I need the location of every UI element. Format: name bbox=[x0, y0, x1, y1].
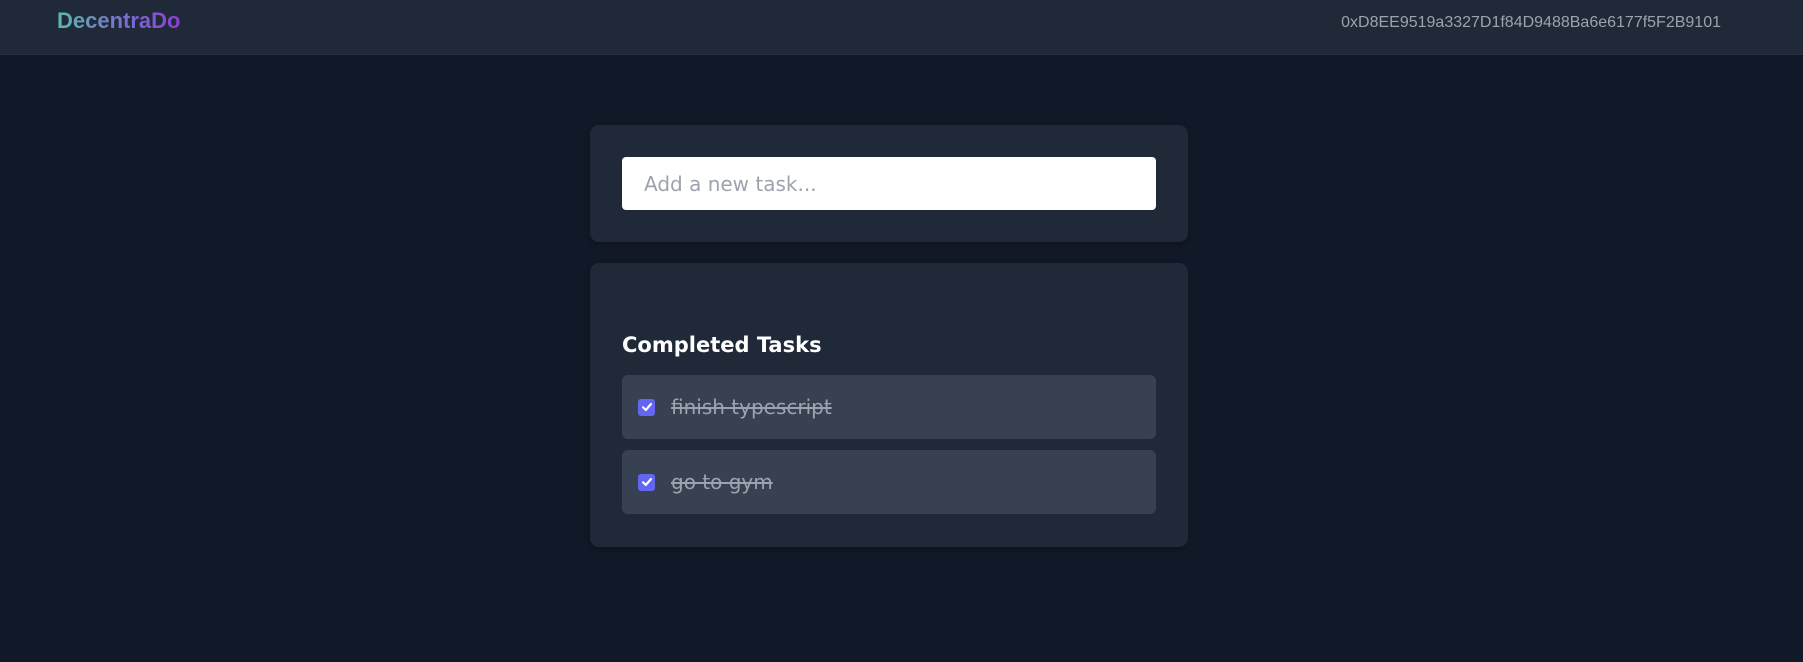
task-item: finish typescript bbox=[622, 375, 1156, 439]
wallet-address: 0xD8EE9519a3327D1f84D9488Ba6e6177f5F2B91… bbox=[1341, 14, 1721, 31]
task-text: go to gym bbox=[671, 470, 773, 494]
task-checkbox[interactable] bbox=[638, 398, 655, 416]
completed-task-list: finish typescript go to gym bbox=[622, 375, 1156, 525]
completed-tasks-title: Completed Tasks bbox=[622, 333, 822, 357]
checkmark-icon bbox=[641, 477, 652, 487]
new-task-card bbox=[590, 125, 1188, 242]
completed-tasks-card: Completed Tasks finish typescript go to … bbox=[590, 263, 1188, 547]
new-task-input[interactable] bbox=[622, 157, 1156, 210]
task-text: finish typescript bbox=[671, 395, 832, 419]
brand-logo[interactable]: DecentraDo bbox=[57, 7, 180, 35]
top-navbar: DecentraDo 0xD8EE9519a3327D1f84D9488Ba6e… bbox=[0, 0, 1803, 55]
task-item: go to gym bbox=[622, 450, 1156, 514]
checkmark-icon bbox=[641, 402, 652, 412]
task-checkbox[interactable] bbox=[638, 473, 655, 491]
